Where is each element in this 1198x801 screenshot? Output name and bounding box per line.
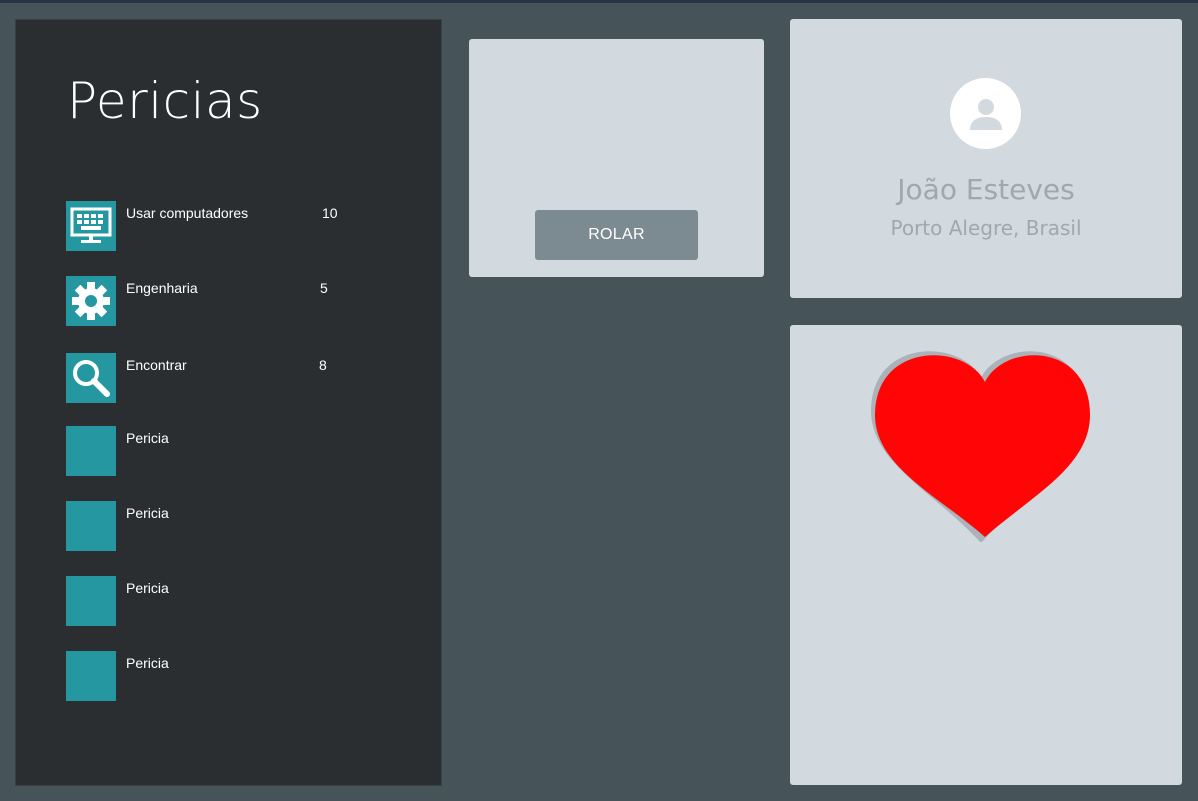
- skill-label: Pericia: [126, 430, 169, 446]
- skill-label: Pericia: [126, 505, 169, 521]
- skill-placeholder-icon: [66, 651, 116, 701]
- skill-label: Pericia: [126, 580, 169, 596]
- profile-card: João Esteves Porto Alegre, Brasil: [790, 19, 1182, 298]
- profile-name: João Esteves: [897, 173, 1075, 206]
- heart-card: [790, 325, 1182, 785]
- skill-item-pericia[interactable]: Pericia: [66, 576, 396, 626]
- skill-item-encontrar[interactable]: Encontrar 8: [66, 353, 396, 403]
- skill-item-pericia[interactable]: Pericia: [66, 651, 396, 701]
- skill-label: Usar computadores: [126, 205, 249, 221]
- avatar: [950, 78, 1021, 149]
- skill-value: 5: [320, 280, 328, 296]
- skill-value: 8: [319, 357, 327, 373]
- skill-placeholder-icon: [66, 501, 116, 551]
- skill-label: Pericia: [126, 655, 169, 671]
- skill-item-usar-computadores[interactable]: Usar computadores 10: [66, 201, 396, 251]
- search-icon: [66, 353, 116, 403]
- skill-label: Encontrar: [126, 357, 187, 373]
- roll-button[interactable]: ROLAR: [535, 210, 698, 260]
- skill-label: Engenharia: [126, 280, 198, 296]
- person-icon: [969, 98, 1002, 130]
- computer-icon: [66, 201, 116, 251]
- panel-title: Pericias: [67, 72, 263, 130]
- skill-item-engenharia[interactable]: Engenharia 5: [66, 276, 396, 326]
- skill-placeholder-icon: [66, 576, 116, 626]
- profile-location: Porto Alegre, Brasil: [890, 216, 1082, 240]
- skill-item-pericia[interactable]: Pericia: [66, 501, 396, 551]
- top-border: [0, 0, 1198, 3]
- skill-item-pericia[interactable]: Pericia: [66, 426, 396, 476]
- skill-placeholder-icon: [66, 426, 116, 476]
- gear-icon: [66, 276, 116, 326]
- skill-value: 10: [322, 205, 338, 221]
- roll-card: ROLAR: [469, 39, 764, 277]
- skills-panel: Pericias Usar computadores 10 Engenharia…: [15, 19, 442, 786]
- heart-icon[interactable]: [870, 337, 1095, 543]
